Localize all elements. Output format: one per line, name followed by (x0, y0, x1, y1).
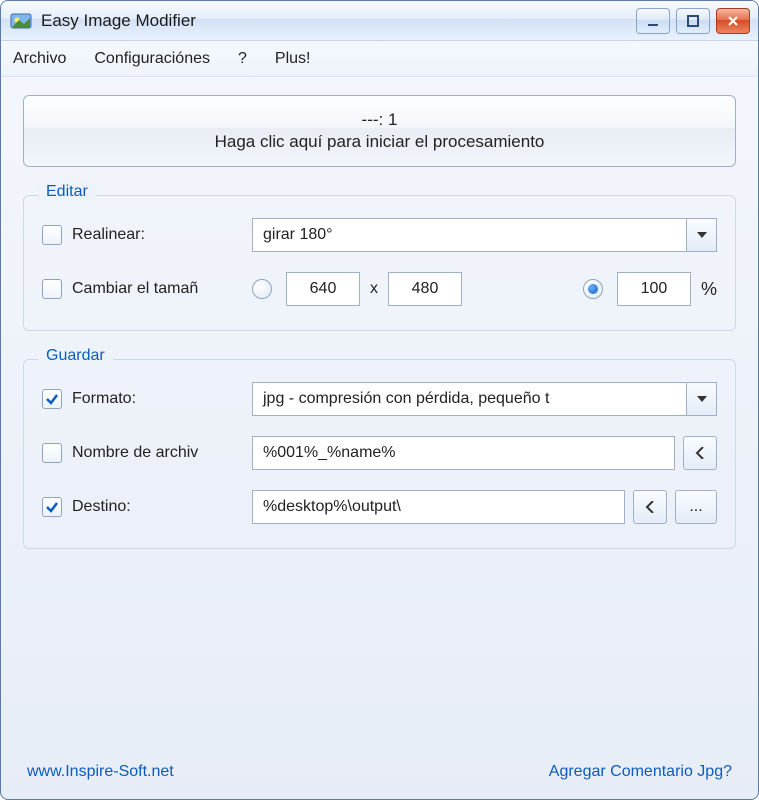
filename-input[interactable] (252, 436, 675, 470)
application-window: Easy Image Modifier Archivo Configuració… (0, 0, 759, 800)
format-row: Formato: jpg - compresión con pérdida, p… (42, 382, 717, 416)
percent-input[interactable] (617, 272, 691, 306)
format-combo-value: jpg - compresión con pérdida, pequeño t (253, 390, 686, 408)
chevron-down-icon (697, 396, 707, 402)
resize-row: Cambiar el tamañ x % (42, 272, 717, 306)
menu-plus[interactable]: Plus! (275, 50, 311, 68)
realign-combo[interactable]: girar 180° (252, 218, 717, 252)
website-link[interactable]: www.Inspire-Soft.net (27, 763, 174, 781)
footer: www.Inspire-Soft.net Agregar Comentario … (1, 751, 758, 799)
destination-back-button[interactable] (633, 490, 667, 524)
maximize-icon (686, 14, 700, 28)
minimize-icon (646, 14, 660, 28)
menu-help[interactable]: ? (238, 50, 247, 68)
format-checkbox[interactable] (42, 389, 62, 409)
percent-symbol: % (701, 279, 717, 300)
close-icon (726, 14, 740, 28)
destination-label: Destino: (72, 498, 252, 516)
filename-label: Nombre de archiv (72, 444, 252, 462)
content-area: ---: 1 Haga clic aquí para iniciar el pr… (1, 77, 758, 751)
realign-combo-button[interactable] (686, 219, 716, 251)
resize-checkbox[interactable] (42, 279, 62, 299)
filename-row: Nombre de archiv (42, 436, 717, 470)
resize-absolute-radio[interactable] (252, 279, 272, 299)
destination-checkbox[interactable] (42, 497, 62, 517)
save-group-title: Guardar (38, 347, 113, 365)
filename-back-button[interactable] (683, 436, 717, 470)
filename-checkbox[interactable] (42, 443, 62, 463)
destination-input[interactable] (252, 490, 625, 524)
format-combo-button[interactable] (686, 383, 716, 415)
menubar: Archivo Configuraciónes ? Plus! (1, 41, 758, 77)
menu-settings[interactable]: Configuraciónes (94, 50, 210, 68)
realign-label: Realinear: (72, 226, 252, 244)
minimize-button[interactable] (636, 8, 670, 34)
maximize-button[interactable] (676, 8, 710, 34)
realign-row: Realinear: girar 180° (42, 218, 717, 252)
format-combo[interactable]: jpg - compresión con pérdida, pequeño t (252, 382, 717, 416)
check-icon (45, 392, 59, 406)
realign-combo-value: girar 180° (253, 226, 686, 244)
resize-label: Cambiar el tamañ (72, 280, 252, 298)
edit-group: Editar Realinear: girar 180° Cambiar el (23, 195, 736, 331)
window-title: Easy Image Modifier (41, 11, 636, 31)
resize-percent-radio[interactable] (583, 279, 603, 299)
check-icon (45, 500, 59, 514)
multiply-symbol: x (370, 280, 378, 298)
width-input[interactable] (286, 272, 360, 306)
height-input[interactable] (388, 272, 462, 306)
jpg-comment-link[interactable]: Agregar Comentario Jpg? (549, 763, 732, 781)
format-label: Formato: (72, 390, 252, 408)
start-button-line1: ---: 1 (362, 109, 398, 131)
save-group: Guardar Formato: jpg - compresión con pé… (23, 359, 736, 549)
chevron-left-icon (695, 447, 705, 459)
menu-file[interactable]: Archivo (13, 50, 66, 68)
app-icon (9, 9, 33, 33)
start-processing-button[interactable]: ---: 1 Haga clic aquí para iniciar el pr… (23, 95, 736, 167)
close-button[interactable] (716, 8, 750, 34)
start-button-line2: Haga clic aquí para iniciar el procesami… (215, 131, 545, 153)
edit-group-title: Editar (38, 183, 96, 201)
realign-checkbox[interactable] (42, 225, 62, 245)
destination-browse-button[interactable]: ... (675, 490, 717, 524)
chevron-left-icon (645, 501, 655, 513)
titlebar: Easy Image Modifier (1, 1, 758, 41)
browse-label: ... (689, 498, 702, 516)
chevron-down-icon (697, 232, 707, 238)
destination-row: Destino: ... (42, 490, 717, 524)
window-controls (636, 8, 750, 34)
